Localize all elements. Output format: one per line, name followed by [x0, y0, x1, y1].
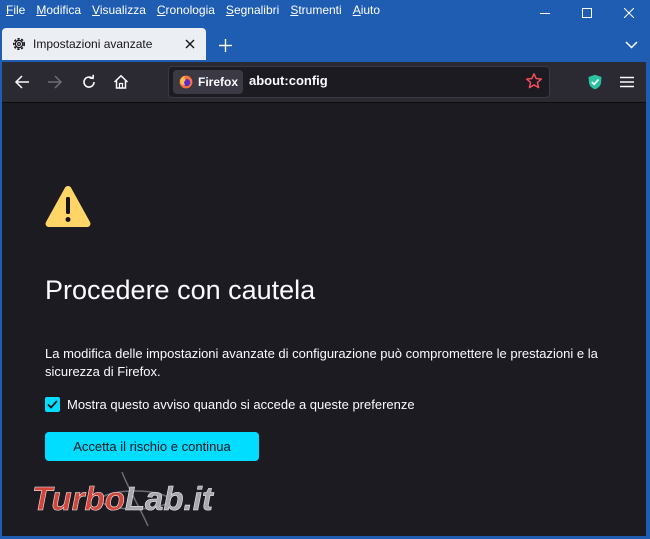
maximize-button[interactable] — [566, 0, 608, 26]
menu-segnalibri[interactable]: Segnalibri — [226, 0, 279, 20]
close-window-button[interactable] — [608, 0, 650, 26]
maximize-icon — [582, 8, 592, 18]
identity-box[interactable]: Firefox — [173, 70, 243, 94]
firefox-logo-icon — [179, 75, 193, 89]
app-menu-button[interactable] — [614, 70, 640, 94]
menu-cronologia[interactable]: Cronologia — [157, 0, 215, 20]
list-all-tabs-button[interactable] — [620, 34, 642, 56]
minimize-button[interactable] — [524, 0, 566, 26]
menu-visualizza[interactable]: Visualizza — [92, 0, 146, 20]
home-icon — [113, 74, 129, 89]
arrow-left-icon — [14, 75, 29, 89]
warning-checkbox-row: Mostra questo avviso quando si accede a … — [45, 395, 415, 413]
hamburger-icon — [620, 76, 634, 88]
close-icon — [624, 8, 634, 18]
url-input[interactable]: about:config — [249, 73, 328, 88]
title-bar: File Modifica Visualizza Cronologia Segn… — [0, 0, 650, 62]
star-icon[interactable] — [525, 72, 543, 90]
back-button[interactable] — [9, 70, 35, 94]
new-tab-button[interactable] — [214, 34, 236, 56]
tab-title: Impostazioni avanzate — [33, 37, 153, 51]
window-controls — [524, 0, 650, 26]
arrow-right-icon — [48, 75, 63, 89]
shield-check-icon — [588, 74, 602, 90]
reload-icon — [83, 74, 95, 88]
turbolab-watermark-logo: TurboLab.it — [32, 471, 215, 527]
plus-icon — [218, 38, 232, 52]
home-button[interactable] — [108, 70, 134, 94]
gear-icon — [11, 36, 27, 52]
window-frame-right — [646, 0, 650, 539]
extension-shield-button[interactable] — [582, 70, 608, 94]
menu-strumenti[interactable]: Strumenti — [290, 0, 341, 20]
page-title: Procedere con cautela — [45, 275, 316, 305]
accept-risk-button[interactable]: Accetta il rischio e continua — [45, 432, 259, 461]
menu-file[interactable]: File — [6, 0, 25, 20]
show-warning-label[interactable]: Mostra questo avviso quando si accede a … — [67, 397, 415, 412]
identity-label: Firefox — [198, 75, 239, 89]
tab-impostazioni-avanzate[interactable]: Impostazioni avanzate — [2, 28, 206, 60]
forward-button[interactable] — [42, 70, 68, 94]
window-frame-left — [0, 0, 2, 539]
close-tab-button[interactable] — [180, 34, 200, 54]
url-bar[interactable]: Firefox about:config — [168, 66, 550, 98]
minimize-icon — [540, 13, 550, 14]
menu-aiuto[interactable]: Aiuto — [353, 0, 380, 20]
show-warning-checkbox[interactable] — [45, 396, 60, 412]
close-tab-icon — [185, 39, 195, 49]
watermark-text: TurboLab.it — [32, 480, 215, 517]
warning-triangle-icon — [45, 186, 91, 227]
menu-bar: File Modifica Visualizza Cronologia Segn… — [0, 0, 391, 20]
menu-modifica[interactable]: Modifica — [36, 0, 81, 20]
warning-description: La modifica delle impostazioni avanzate … — [45, 346, 598, 379]
reload-button[interactable] — [76, 70, 102, 94]
chevron-down-icon — [624, 41, 638, 49]
checkmark-icon — [47, 399, 58, 409]
